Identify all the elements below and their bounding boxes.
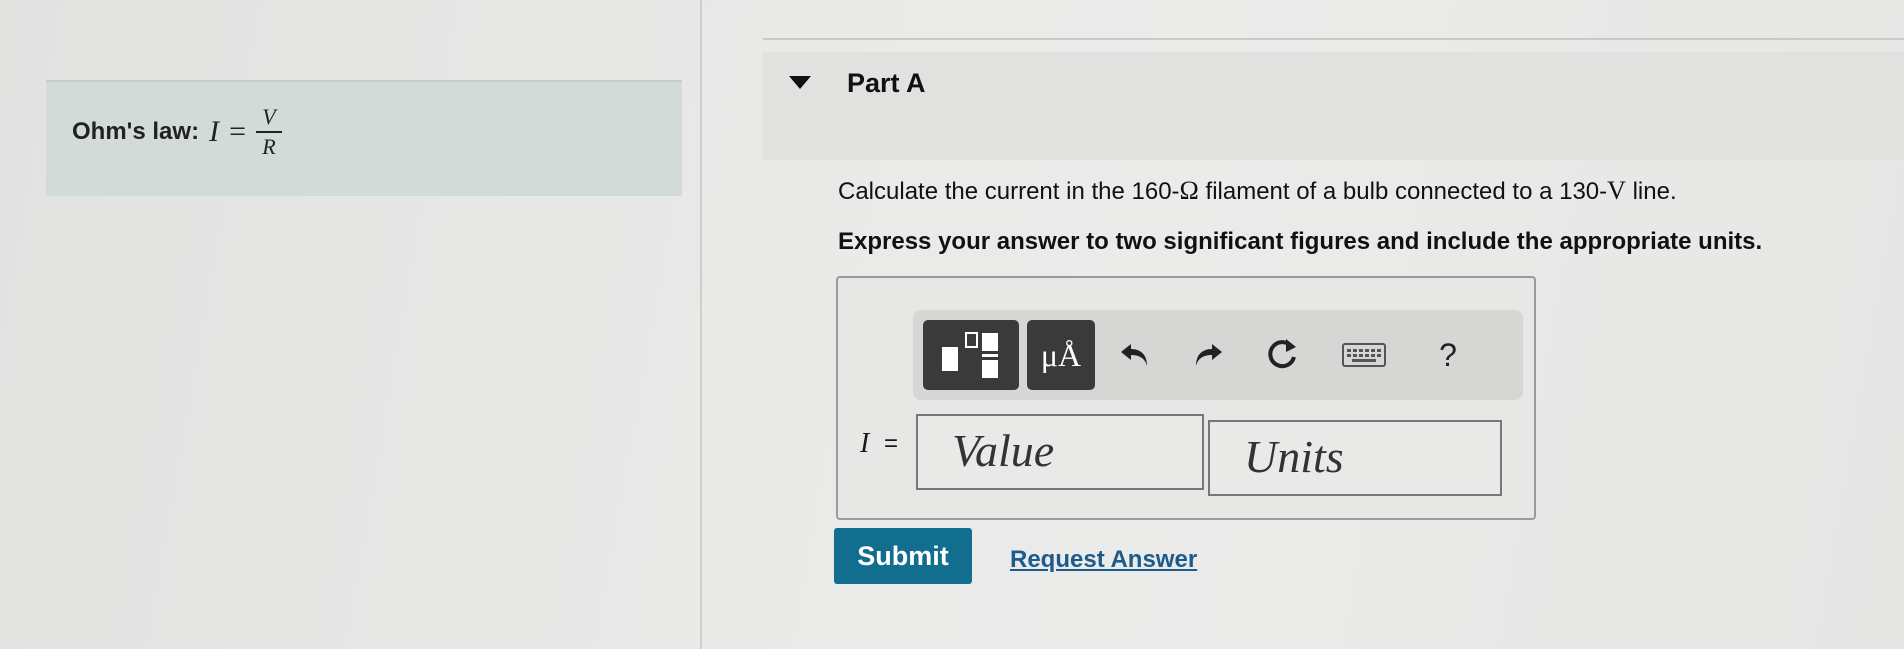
fraction-bar [256,131,282,133]
question-text-after: line. [1625,178,1677,205]
hint-label: Ohm's law: [72,118,200,145]
answer-box: μÅ ? I = Value Units [836,276,1536,520]
units-label: μÅ [1040,336,1082,373]
collapse-caret-icon[interactable] [789,76,811,89]
help-label: ? [1439,336,1457,373]
hint-panel: Ohm's law: I = V R [0,0,702,649]
top-rule [763,38,1904,40]
ohms-law-hint: Ohm's law: I = V R [72,106,282,158]
redo-icon [1196,344,1222,366]
hint-equals: = [229,115,246,148]
undo-icon [1121,344,1147,366]
volt-symbol: V [1607,176,1626,205]
hint-numerator: V [262,104,276,129]
keyboard-icon [1342,343,1386,367]
part-header[interactable]: Part A [763,52,1904,160]
hint-fraction: V R [256,106,282,158]
redo-button[interactable] [1178,320,1238,390]
request-answer-link[interactable]: Request Answer [1010,546,1197,574]
templates-button[interactable] [923,320,1019,390]
answer-equals: = [884,430,899,457]
answer-variable: I [860,428,870,459]
units-button[interactable]: μÅ [1027,320,1095,390]
units-input[interactable]: Units [1208,420,1502,496]
math-toolbar: μÅ ? [913,310,1523,400]
keyboard-button[interactable] [1334,320,1394,390]
hint-lhs: I [209,115,220,148]
submit-button[interactable]: Submit [834,528,972,584]
reset-button[interactable] [1252,320,1312,390]
reset-icon [1268,339,1296,369]
help-button[interactable]: ? [1418,320,1478,390]
templates-icon [942,332,998,378]
undo-button[interactable] [1105,320,1165,390]
question-text: Calculate the current in the 160-Ω filam… [838,176,1677,206]
question-text-middle: filament of a bulb connected to a 130- [1198,178,1608,205]
part-title: Part A [847,68,926,98]
answer-instruction: Express your answer to two significant f… [838,228,1763,255]
ohm-symbol: Ω [1179,176,1199,205]
panel-divider [700,0,702,649]
value-input[interactable]: Value [916,414,1204,490]
hint-denominator: R [262,134,276,159]
question-text-before: Calculate the current in the 160- [838,178,1180,205]
hint-box: Ohm's law: I = V R [46,80,682,196]
